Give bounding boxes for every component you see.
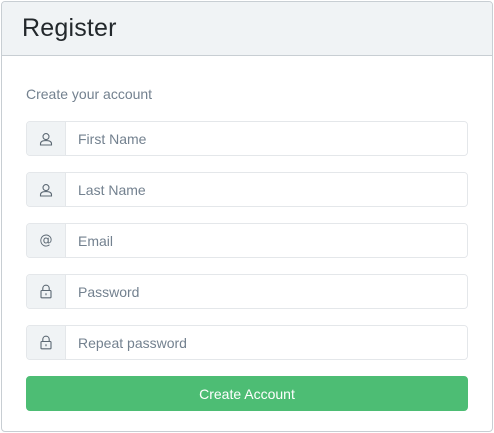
card-header: Register bbox=[2, 2, 492, 56]
password-input[interactable] bbox=[66, 275, 467, 308]
form-subtitle: Create your account bbox=[26, 86, 153, 102]
at-icon: @ bbox=[27, 224, 66, 257]
lock-icon bbox=[27, 326, 66, 359]
repeat-password-input[interactable] bbox=[66, 326, 467, 359]
last-name-group bbox=[26, 172, 468, 207]
email-group: @ bbox=[26, 223, 468, 258]
password-group bbox=[26, 274, 468, 309]
first-name-input[interactable] bbox=[66, 122, 467, 155]
user-icon bbox=[27, 173, 66, 206]
email-input[interactable] bbox=[66, 224, 467, 257]
create-account-button[interactable]: Create Account bbox=[26, 376, 468, 411]
first-name-group bbox=[26, 121, 468, 156]
register-form: Create your account @ bbox=[2, 86, 492, 411]
register-card: Register Create your account First Name … bbox=[1, 1, 493, 432]
page-title: Register bbox=[22, 14, 117, 42]
lock-icon bbox=[27, 275, 66, 308]
at-icon-glyph: @ bbox=[39, 233, 53, 248]
repeat-password-group bbox=[26, 325, 468, 360]
user-icon bbox=[27, 122, 66, 155]
last-name-input[interactable] bbox=[66, 173, 467, 206]
